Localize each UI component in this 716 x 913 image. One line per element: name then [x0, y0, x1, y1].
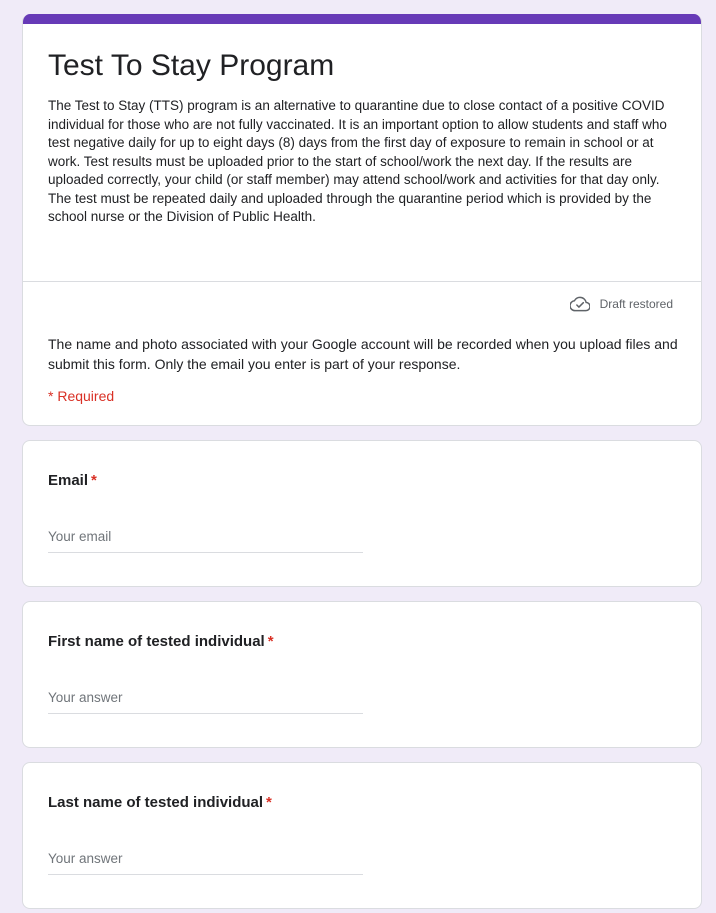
form-header-card: Test To Stay Program The Test to Stay (T…: [22, 14, 702, 426]
required-asterisk: *: [91, 472, 97, 489]
required-asterisk: *: [266, 794, 272, 811]
draft-status: Draft restored: [569, 296, 673, 312]
required-legend: * Required: [48, 388, 115, 404]
question-label: Email *: [48, 471, 97, 491]
first-name-question-text: First name of tested individual: [48, 633, 265, 650]
email-question-text: Email: [48, 472, 89, 489]
question-card-first-name: First name of tested individual *: [22, 601, 702, 748]
form-accent-bar: [23, 14, 701, 24]
form-title: Test To Stay Program: [48, 49, 335, 82]
draft-status-text: Draft restored: [599, 297, 673, 311]
question-label: Last name of tested individual *: [48, 793, 272, 813]
question-card-last-name: Last name of tested individual *: [22, 762, 702, 909]
form-title-section: Test To Stay Program The Test to Stay (T…: [23, 24, 701, 282]
google-form: Test To Stay Program The Test to Stay (T…: [22, 14, 702, 909]
last-name-field[interactable]: [48, 845, 363, 875]
cloud-done-icon: [569, 296, 590, 312]
form-description: The Test to Stay (TTS) program is an alt…: [48, 98, 667, 224]
account-recording-note: The name and photo associated with your …: [48, 336, 678, 372]
required-asterisk: *: [267, 633, 274, 650]
first-name-field[interactable]: [48, 684, 363, 714]
email-field[interactable]: [48, 523, 363, 553]
question-card-email: Email *: [22, 440, 702, 587]
last-name-question-text: Last name of tested individual: [48, 794, 264, 811]
question-label: First name of tested individual *: [48, 632, 274, 652]
